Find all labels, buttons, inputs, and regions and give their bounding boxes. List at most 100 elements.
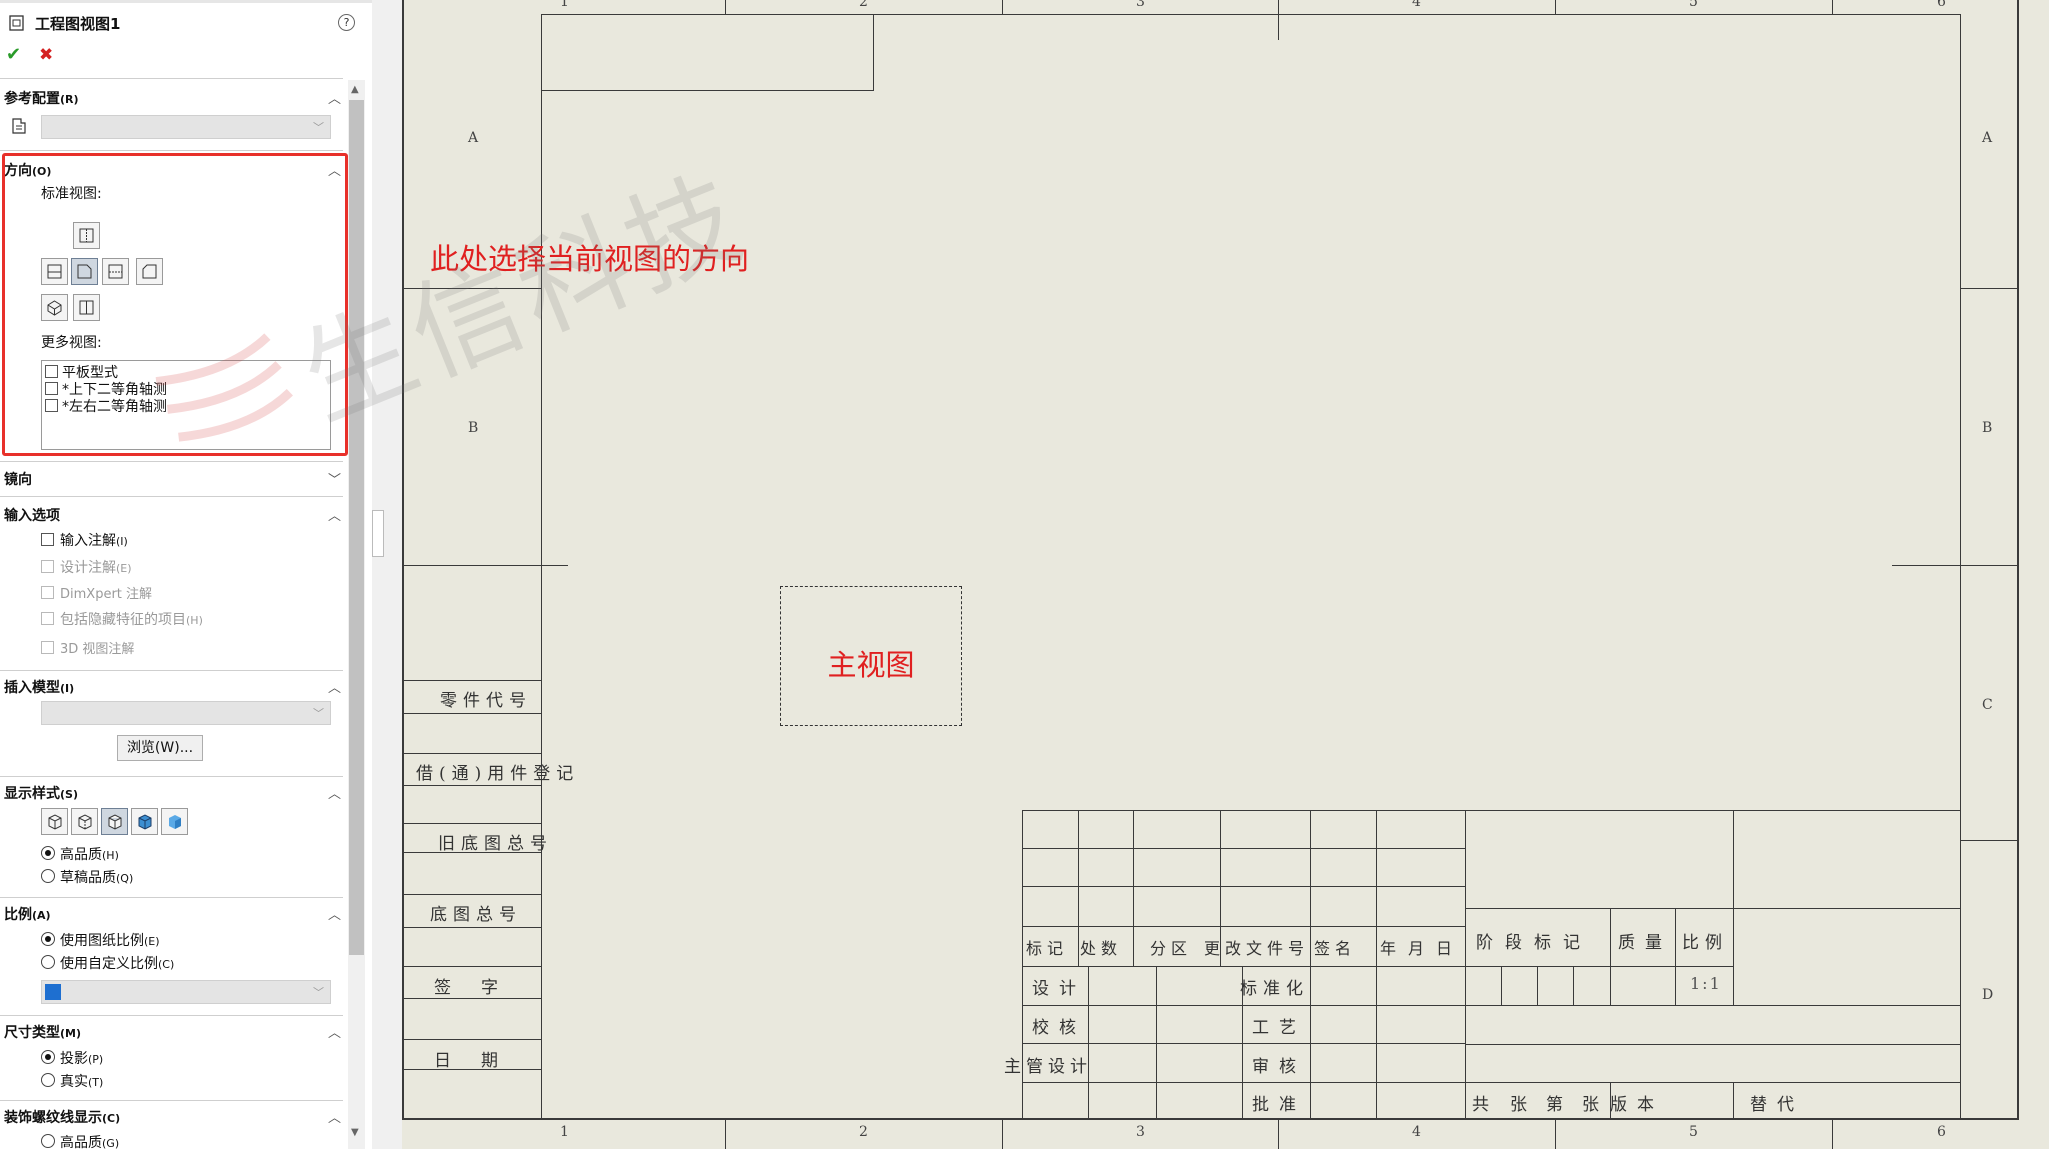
draft-quality-radio[interactable]	[41, 869, 55, 883]
chevron-up-icon[interactable]: ︿	[328, 1022, 341, 1041]
tb-header-mark: 标记	[1026, 939, 1069, 958]
insert-model-select[interactable]: ﹀	[41, 701, 331, 725]
chevron-up-icon[interactable]: ︿	[328, 505, 341, 524]
scale-swatch	[45, 984, 61, 1000]
tb-stage-mark-label: 阶段标记	[1476, 933, 1592, 953]
insert-model-header[interactable]: 插入模型(I)	[4, 677, 74, 697]
browse-button[interactable]: 浏览(W)...	[117, 735, 203, 761]
high-quality-radio[interactable]	[41, 846, 55, 860]
zone-col-label: 5	[1689, 1124, 1698, 1140]
drawing-view-icon	[9, 15, 24, 31]
shaded-with-edges-icon	[138, 814, 152, 830]
true-radio[interactable]	[41, 1073, 55, 1087]
chevron-up-icon[interactable]: ︿	[328, 1107, 341, 1126]
old-drawing-number-label: 旧底图总号	[438, 834, 553, 854]
custom-scale-radio[interactable]	[41, 955, 55, 969]
sheet-scale-radio[interactable]	[41, 932, 55, 946]
tb-sheets-label: 张	[1510, 1095, 1533, 1115]
main-view-label: 主视图	[827, 648, 915, 682]
zone-col-label: 1	[560, 0, 569, 10]
wireframe-button[interactable]	[41, 808, 68, 835]
divider	[0, 150, 343, 151]
shaded-icon	[169, 815, 181, 829]
ok-check-icon[interactable]: ✔	[6, 44, 21, 65]
scroll-down-icon[interactable]: ▼	[351, 1127, 359, 1138]
3d-view-annotations-label: 3D 视图注解	[60, 642, 135, 657]
zone-row-label: C	[1982, 697, 1993, 713]
hidden-lines-removed-button[interactable]	[101, 808, 128, 835]
panel-scrollbar-thumb[interactable]	[349, 100, 364, 955]
tb-process-label: 工艺	[1252, 1018, 1306, 1038]
draft-quality-label: 草稿品质(Q)	[60, 870, 134, 886]
date-label: 日期	[434, 1051, 528, 1071]
dimxpert-checkbox[interactable]	[41, 586, 54, 599]
divider	[0, 78, 343, 79]
zone-col-label: 6	[1937, 1124, 1946, 1140]
scale-header[interactable]: 比例(A)	[4, 904, 51, 924]
borrowed-parts-label: 借(通)用件登记	[416, 764, 580, 784]
tb-standardization-label: 标准化	[1240, 979, 1309, 999]
zone-col-label: 6	[1937, 0, 1946, 10]
zone-col-label: 2	[859, 1124, 868, 1140]
cancel-x-icon[interactable]: ✖	[39, 45, 53, 65]
hidden-lines-visible-button[interactable]	[71, 808, 98, 835]
splitter-handle[interactable]	[372, 510, 384, 557]
divider	[0, 670, 343, 671]
display-style-header[interactable]: 显示样式(S)	[4, 783, 78, 803]
custom-scale-select[interactable]: ﹀	[41, 980, 331, 1004]
zone-col-label: 4	[1412, 0, 1421, 10]
zone-row-label: A	[468, 130, 479, 146]
divider	[0, 1015, 343, 1016]
zone-col-label: 1	[560, 1124, 569, 1140]
tb-approve-label: 批准	[1252, 1095, 1306, 1115]
chevron-down-icon[interactable]: ﹀	[328, 469, 341, 488]
custom-scale-label: 使用自定义比例(C)	[60, 956, 175, 972]
shaded-with-edges-button[interactable]	[131, 808, 158, 835]
tb-review-label: 审核	[1252, 1057, 1306, 1077]
drawing-sheet[interactable]: 1 2 3 4 5 6 1 2 3 4 5 6 A B A B C D 零件代号…	[402, 0, 2049, 1149]
hidden-features-checkbox[interactable]	[41, 612, 54, 625]
divider	[0, 461, 343, 462]
mirror-header[interactable]: 镜向	[4, 469, 32, 489]
tb-scale-label: 比例	[1682, 933, 1728, 953]
hidden-lines-visible-icon	[78, 814, 92, 830]
cosmetic-thread-header[interactable]: 装饰螺纹线显示(C)	[4, 1107, 120, 1127]
divider	[0, 776, 343, 777]
3d-view-annotations-checkbox[interactable]	[41, 641, 54, 654]
ref-config-select[interactable]: ﹀	[41, 115, 331, 139]
chevron-up-icon[interactable]: ︿	[328, 88, 341, 107]
scroll-up-icon[interactable]: ▲	[351, 84, 359, 95]
chevron-up-icon[interactable]: ︿	[328, 904, 341, 923]
dimxpert-label: DimXpert 注解	[60, 587, 153, 602]
part-code-label: 零件代号	[440, 691, 532, 711]
tb-total-label: 共	[1472, 1095, 1495, 1115]
high-quality-label: 高品质(H)	[60, 847, 119, 863]
zone-col-label: 2	[859, 0, 868, 10]
zone-col-label: 3	[1136, 0, 1145, 10]
projected-radio[interactable]	[41, 1050, 55, 1064]
drawing-number-label: 底图总号	[430, 905, 522, 925]
panel-splitter[interactable]	[372, 0, 403, 1149]
tb-scale-value: 1:1	[1690, 974, 1722, 993]
ref-config-header[interactable]: 参考配置(R)	[4, 88, 79, 108]
import-annotations-checkbox[interactable]	[41, 533, 54, 546]
shaded-button[interactable]	[161, 808, 188, 835]
zone-col-label: 4	[1412, 1124, 1421, 1140]
orientation-hint-text: 此处选择当前视图的方向	[430, 242, 750, 276]
panel-title: 工程图视图1	[35, 15, 121, 33]
thread-high-quality-radio[interactable]	[41, 1134, 55, 1148]
design-annotations-checkbox[interactable]	[41, 560, 54, 573]
panel-top-strip	[0, 0, 372, 3]
import-options-header[interactable]: 输入选项	[4, 505, 60, 525]
tb-sheet-no-label: 第	[1546, 1095, 1569, 1115]
zone-col-label: 3	[1136, 1124, 1145, 1140]
help-icon[interactable]: ?	[338, 14, 355, 31]
zone-col-label: 5	[1689, 0, 1698, 10]
chevron-up-icon[interactable]: ︿	[328, 783, 341, 802]
tb-chief-design-label: 主管设计	[1004, 1057, 1092, 1077]
projected-label: 投影(P)	[60, 1051, 104, 1067]
chevron-up-icon[interactable]: ︿	[328, 677, 341, 696]
main-view-boundary[interactable]: 主视图	[780, 586, 962, 726]
tb-header-sign: 签名	[1314, 939, 1357, 958]
dimension-type-header[interactable]: 尺寸类型(M)	[4, 1022, 81, 1042]
